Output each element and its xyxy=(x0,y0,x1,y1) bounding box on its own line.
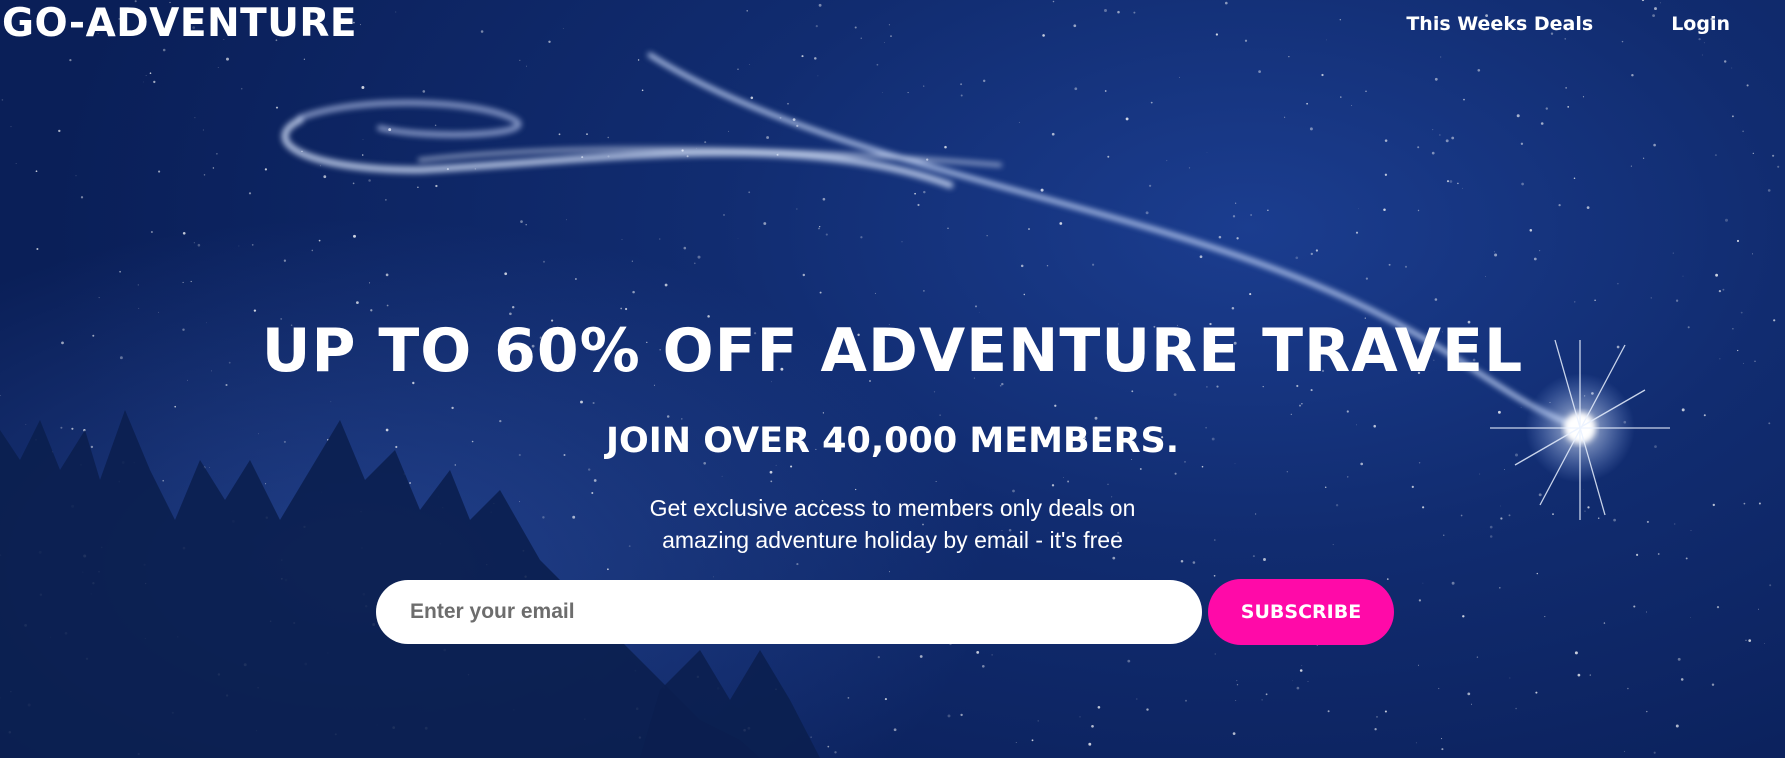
signup-form: SUBSCRIBE xyxy=(376,579,1394,645)
hero-section: GO-ADVENTURE This Weeks Deals Login UP T… xyxy=(0,0,1785,758)
hero-headline: UP TO 60% OFF ADVENTURE TRAVEL xyxy=(261,316,1524,386)
nav-link-login[interactable]: Login xyxy=(1671,10,1730,38)
hero-description: Get exclusive access to members only dea… xyxy=(0,492,1785,556)
site-logo[interactable]: GO-ADVENTURE xyxy=(2,0,357,48)
hero-description-line: amazing adventure holiday by email - it'… xyxy=(662,527,1123,553)
hero-description-line: Get exclusive access to members only dea… xyxy=(649,495,1136,521)
hero-subheadline: JOIN OVER 40,000 MEMBERS. xyxy=(605,421,1180,461)
email-input[interactable] xyxy=(376,580,1202,644)
subscribe-button[interactable]: SUBSCRIBE xyxy=(1208,579,1394,645)
nav-link-deals[interactable]: This Weeks Deals xyxy=(1406,10,1593,38)
top-nav: This Weeks Deals Login xyxy=(1406,10,1730,38)
